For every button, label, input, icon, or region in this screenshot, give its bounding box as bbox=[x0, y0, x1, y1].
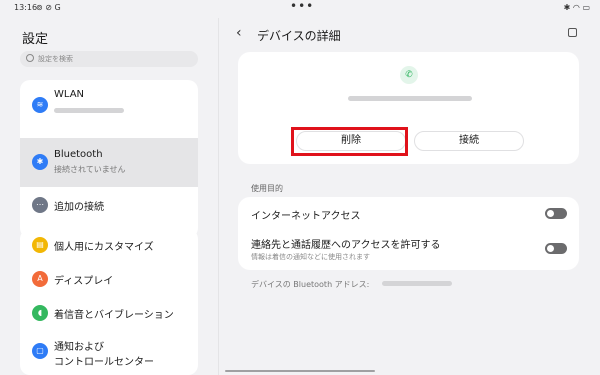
blurred-bluetooth-address bbox=[382, 281, 452, 286]
multiwindow-dots-icon[interactable]: ••• bbox=[290, 0, 314, 12]
bluetooth-status: 接続されていません bbox=[54, 165, 126, 174]
bluetooth-icon: ✱ bbox=[32, 154, 48, 170]
display-icon: A bbox=[32, 271, 48, 287]
sidebar-item-notifications[interactable]: ▢ 通知および コントロールセンター bbox=[20, 333, 198, 373]
usage-section-label: 使用目的 bbox=[251, 184, 283, 193]
status-notification-icons: ⊚ ⊘ G bbox=[36, 3, 61, 12]
pane-divider bbox=[218, 18, 219, 375]
settings-sidebar: 設定 設定を検索 ≋ WLAN ✱ Bluetooth 接続されていません ⋯ … bbox=[0, 18, 218, 375]
connect-button[interactable]: 接続 bbox=[414, 131, 524, 151]
status-system-icons: ✱ ◠ ▭ bbox=[563, 3, 590, 12]
search-icon bbox=[26, 54, 34, 62]
contacts-access-label: 連絡先と通話履歴へのアクセスを許可する bbox=[251, 240, 441, 251]
delete-button-highlight bbox=[291, 127, 408, 156]
internet-access-label: インターネットアクセス bbox=[251, 211, 361, 222]
contacts-access-toggle[interactable] bbox=[545, 243, 567, 254]
blurred-device-name bbox=[348, 96, 472, 101]
blurred-network-name bbox=[54, 108, 124, 113]
personalization-card: ▤ 個人用にカスタマイズ A ディスプレイ ◖ 着信音とバイブレーション ▢ 通… bbox=[20, 229, 198, 375]
sidebar-item-more-connections[interactable]: ⋯ 追加の接続 bbox=[20, 188, 198, 222]
sidebar-item-label: WLAN bbox=[54, 89, 85, 100]
sidebar-item-label: Bluetooth bbox=[54, 149, 103, 160]
more-icon: ⋯ bbox=[32, 197, 48, 213]
search-placeholder: 設定を検索 bbox=[38, 55, 73, 63]
settings-title: 設定 bbox=[22, 32, 49, 47]
customize-icon: ▤ bbox=[32, 237, 48, 253]
sidebar-item-label: 通知および bbox=[54, 342, 104, 353]
page-title: デバイスの詳細 bbox=[257, 29, 341, 43]
sidebar-item-bluetooth[interactable]: ✱ Bluetooth 接続されていません bbox=[20, 138, 198, 187]
sidebar-item-label: 追加の接続 bbox=[54, 202, 104, 213]
status-bar: 13:16 ⊚ ⊘ G ••• ✱ ◠ ▭ bbox=[0, 0, 600, 18]
usage-options-card: インターネットアクセス 連絡先と通話履歴へのアクセスを許可する 情報は着信の通知… bbox=[238, 197, 579, 270]
sidebar-item-label: ディスプレイ bbox=[54, 276, 114, 287]
device-card: ✆ 削除 接続 bbox=[238, 52, 579, 164]
back-arrow-icon[interactable]: ‹ bbox=[236, 25, 242, 41]
sidebar-item-wlan[interactable]: ≋ WLAN bbox=[20, 80, 198, 131]
contacts-access-description: 情報は着信の通知などに使用されます bbox=[251, 253, 370, 261]
sidebar-item-label: 個人用にカスタマイズ bbox=[54, 242, 154, 253]
internet-access-toggle[interactable] bbox=[545, 208, 567, 219]
status-time: 13:16 bbox=[14, 3, 38, 12]
notification-icon: ▢ bbox=[32, 343, 48, 359]
settings-search-input[interactable]: 設定を検索 bbox=[20, 51, 198, 67]
sound-icon: ◖ bbox=[32, 305, 48, 321]
wifi-icon: ≋ bbox=[32, 97, 48, 113]
home-indicator[interactable] bbox=[225, 370, 375, 372]
sidebar-item-sound[interactable]: ◖ 着信音とバイブレーション bbox=[20, 297, 198, 331]
connections-card: ≋ WLAN ✱ Bluetooth 接続されていません ⋯ 追加の接続 bbox=[20, 80, 198, 238]
sidebar-item-customize[interactable]: ▤ 個人用にカスタマイズ bbox=[20, 229, 198, 263]
bluetooth-address-label: デバイスの Bluetooth アドレス: bbox=[251, 280, 370, 289]
sidebar-item-label: 着信音とバイブレーション bbox=[54, 310, 174, 321]
phone-icon: ✆ bbox=[400, 66, 418, 84]
sidebar-item-display[interactable]: A ディスプレイ bbox=[20, 263, 198, 297]
rename-edit-icon[interactable] bbox=[568, 28, 577, 37]
sidebar-item-label-line2: コントロールセンター bbox=[54, 357, 154, 368]
